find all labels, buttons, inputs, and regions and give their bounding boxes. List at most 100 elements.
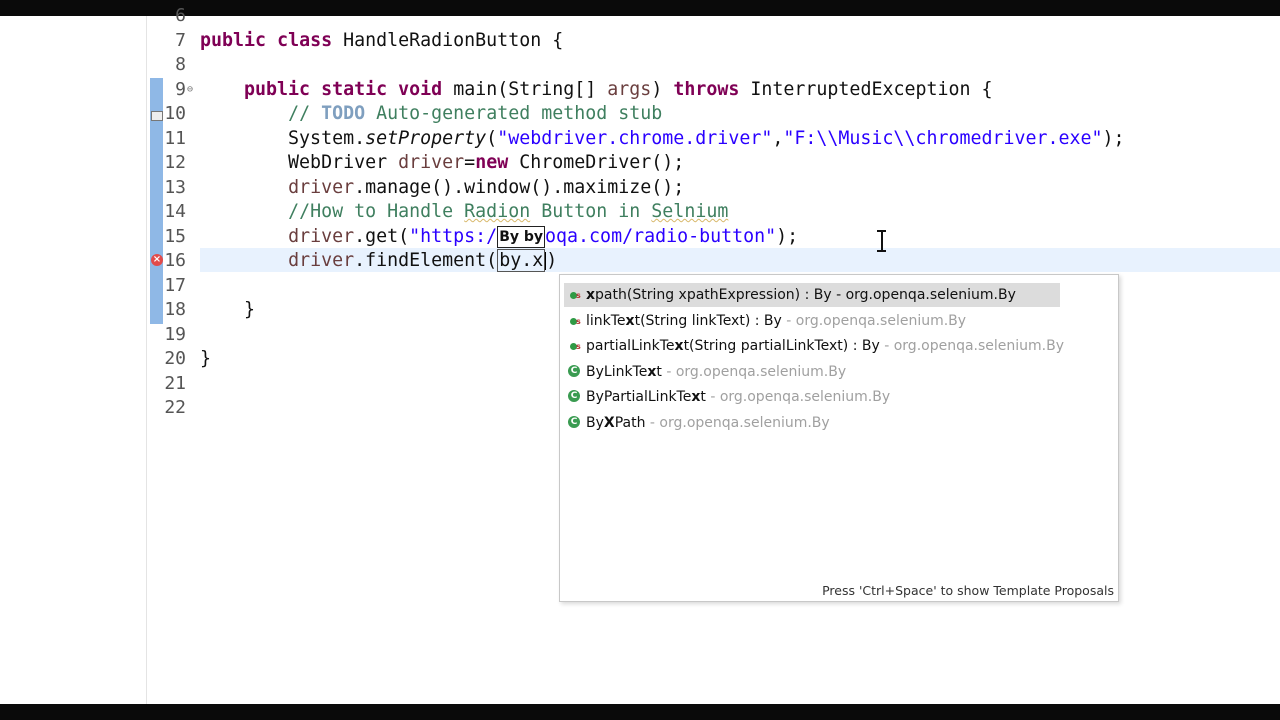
code-token: .findElement( <box>354 250 498 271</box>
code-token: public <box>244 78 311 100</box>
code-token: TODO <box>321 103 366 124</box>
class-icon <box>568 364 580 377</box>
proposal-item[interactable]: ByLinkText - org.openqa.selenium.By <box>564 360 846 384</box>
code-token: "F:\\Music\\chromedriver.exe" <box>783 127 1103 149</box>
mouse-ibeam-cursor-icon <box>877 229 886 253</box>
code-token: main(String[] <box>442 78 608 100</box>
proposal-name: partialLinkTe <box>586 338 675 354</box>
code-token: , <box>772 127 784 149</box>
line-number: 12 <box>164 152 186 173</box>
code-line[interactable]: } <box>200 347 211 371</box>
code-line[interactable]: driver.manage().window().maximize(); <box>200 176 684 200</box>
code-token: System. <box>200 127 366 149</box>
proposal-name: X <box>603 414 615 431</box>
code-token: WebDriver <box>200 152 399 173</box>
content-assist-popup[interactable]: xpath(String xpathExpression) : By - org… <box>559 274 1119 602</box>
code-token: class <box>277 29 333 51</box>
code-token: void <box>398 78 443 100</box>
code-token: ) <box>651 78 674 100</box>
popup-footer-hint[interactable]: Press 'Ctrl+Space' to show Template Prop… <box>822 581 1114 601</box>
code-line[interactable]: driver.get("https:/By by oqa.com/radio-bu… <box>200 225 798 249</box>
editor-border <box>146 16 147 704</box>
proposal-package: - org.openqa.selenium.By <box>645 414 830 431</box>
line-number: 16 <box>164 250 186 271</box>
code-token: InterruptedException { <box>739 78 993 100</box>
proposal-item[interactable]: ByXPath - org.openqa.selenium.By <box>564 411 830 435</box>
fold-icon[interactable]: ⊖ <box>187 84 193 95</box>
proposal-name: ByLinkTe <box>586 363 648 380</box>
code-token: //How to Handle <box>288 201 465 222</box>
proposal-item[interactable]: xpath(String xpathExpression) : By - org… <box>564 283 1060 308</box>
line-number: 11 <box>164 127 186 149</box>
proposal-item[interactable]: linkText(String linkText) : By - org.ope… <box>564 309 967 334</box>
line-number: 19 <box>164 323 186 345</box>
proposal-name: By <box>586 414 604 431</box>
proposal-name: linkTe <box>586 312 626 329</box>
line-number: 17 <box>164 274 186 296</box>
proposal-name: x <box>586 287 596 303</box>
proposal-item[interactable]: partialLinkText(String partialLinkText) … <box>564 334 1065 359</box>
static-method-icon <box>568 284 581 308</box>
code-line[interactable]: WebDriver driver=new ChromeDriver(); <box>200 151 684 175</box>
proposal-name: Path <box>614 414 646 431</box>
linked-mode-hover-label: By by <box>497 225 546 248</box>
code-token: Button in <box>530 201 652 222</box>
code-token: driver <box>288 250 355 271</box>
line-number: 9 <box>175 78 186 100</box>
proposal-name: ByPartialLinkTe <box>586 389 692 405</box>
proposal-name: x <box>625 312 635 329</box>
code-token: static <box>321 78 388 100</box>
code-line[interactable]: System.setProperty("webdriver.chrome.dri… <box>200 127 1125 151</box>
proposal-name: t(String partialLinkText) : By <box>683 338 880 354</box>
code-token: ( <box>486 127 498 149</box>
proposal-item[interactable]: ByPartialLinkText - org.openqa.selenium.… <box>564 385 890 409</box>
class-icon <box>568 415 580 428</box>
line-number: 21 <box>164 372 186 394</box>
code-token: driver <box>288 176 355 198</box>
code-line[interactable]: } <box>200 298 255 322</box>
code-line[interactable]: driver.findElement(by.x) <box>200 249 557 273</box>
proposal-package: - org.openqa.selenium.By <box>705 389 891 405</box>
code-line[interactable]: // TODO Auto-generated method stub <box>200 102 662 126</box>
code-token: public <box>200 29 267 51</box>
code-token: Auto-generated method stub <box>365 103 663 124</box>
code-line[interactable]: public class HandleRadionButton { <box>200 29 563 53</box>
code-token: oqa.com/radio-button" <box>545 225 777 247</box>
code-token: Selnium <box>651 201 729 222</box>
line-number: 20 <box>164 348 186 369</box>
code-token: setProperty <box>365 127 487 149</box>
code-token: by.x <box>497 249 546 272</box>
proposal-package: - org.openqa.selenium.By <box>781 312 967 329</box>
line-number: 7 <box>175 29 186 51</box>
code-token: .get( <box>354 225 410 247</box>
code-token: // <box>288 103 322 124</box>
code-token: driver <box>288 225 355 247</box>
code-token: } <box>200 348 212 369</box>
line-number: 22 <box>164 397 186 418</box>
code-line[interactable]: public static void main(String[] args) t… <box>200 78 993 102</box>
code-token: } <box>200 299 256 320</box>
code-token: args <box>607 78 652 100</box>
code-token: ); <box>1102 127 1125 149</box>
code-token: ChromeDriver(); <box>508 152 685 173</box>
line-number: 8 <box>175 54 186 75</box>
line-number: 10 <box>164 103 186 124</box>
code-token: HandleRadionButton { <box>332 29 564 51</box>
line-number: 15 <box>164 225 186 247</box>
code-token: Radion <box>464 201 531 222</box>
static-method-icon <box>568 335 581 359</box>
class-icon <box>568 390 580 402</box>
code-token: driver <box>398 152 465 173</box>
video-bottom-bar <box>0 704 1280 720</box>
line-number: 18 <box>164 299 186 320</box>
code-line[interactable]: //How to Handle Radion Button in Selnium <box>200 200 728 224</box>
proposal-package: - org.openqa.selenium.By <box>879 338 1065 354</box>
